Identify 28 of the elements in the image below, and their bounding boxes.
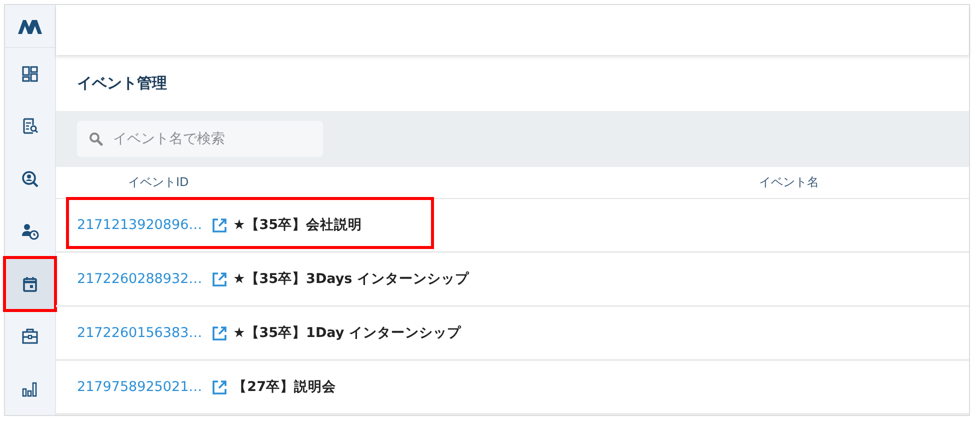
table-row[interactable]: 2179758925021… 【27卒】説明会 bbox=[56, 361, 969, 415]
bar-chart-icon bbox=[21, 380, 39, 398]
person-clock-icon bbox=[21, 222, 39, 240]
column-header: イベントID bbox=[128, 174, 189, 191]
event-name: 【27卒】説明会 bbox=[233, 378, 336, 396]
external-link-icon[interactable] bbox=[212, 380, 228, 394]
event-name: ★【35卒】会社説明 bbox=[233, 216, 362, 234]
event-id-link[interactable]: 2179758925021… bbox=[77, 379, 202, 395]
table-row[interactable]: 2171213920896… ★【35卒】会社説明 bbox=[56, 199, 969, 253]
dashboard-icon bbox=[21, 64, 39, 83]
event-id-link[interactable]: 2171213920896… bbox=[77, 217, 202, 233]
document-search-icon bbox=[21, 117, 39, 136]
event-name: ★【35卒】3Days インターンシップ bbox=[233, 270, 469, 288]
event-name: ★【35卒】1Day インターンシップ bbox=[233, 324, 461, 342]
column-header: イベント名 bbox=[758, 174, 819, 191]
table-row[interactable]: 2172260288932… ★【35卒】3Days インターンシップ bbox=[56, 253, 969, 307]
person-search-icon bbox=[21, 170, 39, 188]
event-id-link[interactable]: 2172260156383… bbox=[77, 325, 202, 341]
external-link-icon[interactable] bbox=[212, 272, 228, 286]
search-icon bbox=[89, 132, 103, 146]
table-row[interactable]: 2172260156383… ★【35卒】1Day インターンシップ bbox=[56, 307, 969, 361]
briefcase-icon bbox=[21, 327, 39, 346]
page-title: イベント管理 bbox=[77, 74, 167, 93]
event-id-link[interactable]: 2172260288932… bbox=[77, 271, 202, 287]
external-link-icon[interactable] bbox=[212, 218, 228, 232]
calendar-icon bbox=[21, 274, 39, 293]
search-field[interactable]: イベント名で検索 bbox=[77, 120, 323, 157]
external-link-icon[interactable] bbox=[212, 326, 228, 340]
